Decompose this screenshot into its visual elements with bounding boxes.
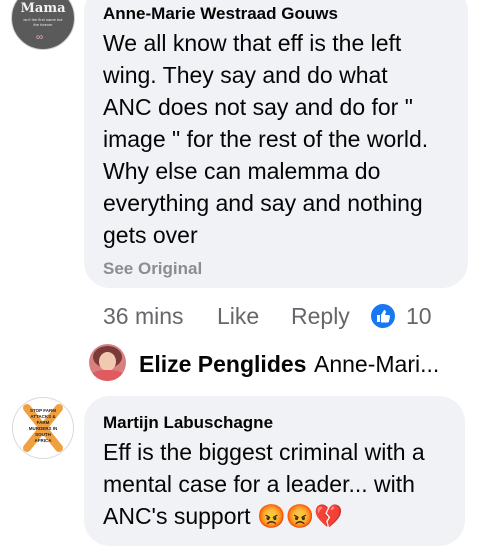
reply-snippet[interactable]: Anne-Mari... [314,351,439,378]
see-original-link[interactable]: See Original [103,259,202,279]
avatar-title: Mama [20,1,66,16]
reaction-count[interactable]: 10 [406,303,432,330]
thumbs-up-icon [377,310,391,323]
comment-time[interactable]: 36 mins [103,303,184,330]
reply-author[interactable]: Elize Penglides [139,351,306,378]
reply-button[interactable]: Reply [291,303,350,330]
comment-bubble: Martijn Labuschagne Eff is the biggest c… [84,396,465,546]
angry-emoji: 😡 [285,503,315,529]
like-button[interactable]: Like [217,303,259,330]
comment-text: We all know that eff is the left wing. T… [103,30,429,248]
avatar[interactable]: STOP FARM ATTACKS & FARM MURDERS IN SOUT… [12,397,74,459]
reply-avatar[interactable] [89,344,126,381]
comment-text: Eff is the biggest criminal with a menta… [103,436,425,532]
avatar-face [99,352,116,371]
angry-emoji: 😡 [256,503,286,529]
avatar-shirt [91,370,124,381]
avatar[interactable]: Mama isn't the first name but the foreve… [11,0,75,50]
avatar-subtext: isn't the first name but the forever [23,17,63,27]
comment-author[interactable]: Anne-Marie Westraad Gouws [103,4,338,24]
infinity-icon: ∞ [36,32,44,43]
comment-author[interactable]: Martijn Labuschagne [103,413,273,433]
comment-bubble: Anne-Marie Westraad Gouws We all know th… [84,0,468,288]
like-reaction-icon [371,304,395,328]
broken-heart-emoji: 💔 [314,503,343,529]
avatar-caption: STOP FARM ATTACKS & FARM MURDERS IN SOUT… [28,408,58,443]
